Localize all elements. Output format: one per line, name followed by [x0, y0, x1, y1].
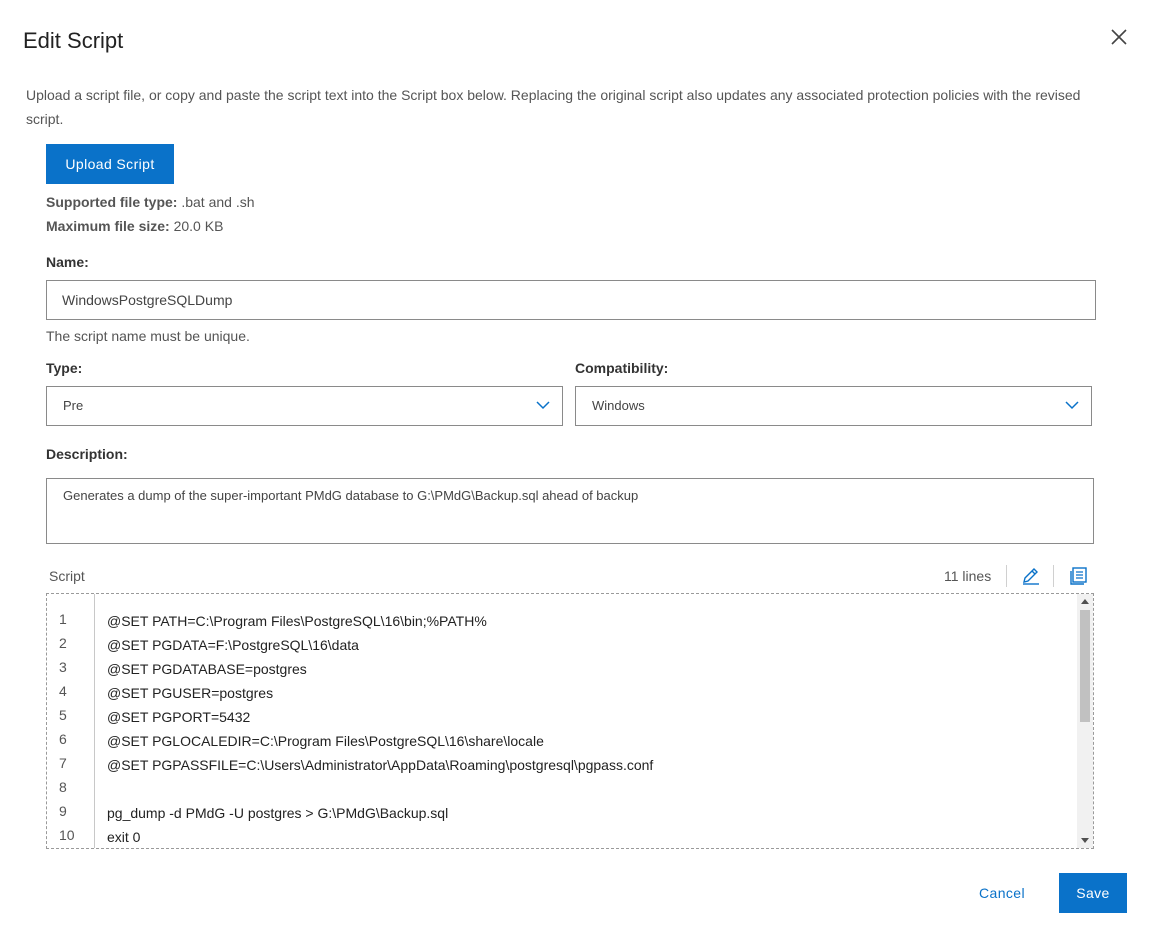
line-number: 3	[59, 659, 67, 675]
close-icon	[1111, 29, 1127, 45]
code-line: @SET PGLOCALEDIR=C:\Program Files\Postgr…	[107, 733, 544, 749]
line-number: 2	[59, 635, 67, 651]
line-number: 6	[59, 731, 67, 747]
compatibility-label: Compatibility:	[575, 360, 669, 376]
pencil-icon	[1023, 568, 1039, 585]
toolbar-divider	[1006, 565, 1007, 587]
script-lines-count: 11 lines	[944, 568, 992, 584]
intro-text: Upload a script file, or copy and paste …	[26, 87, 1081, 127]
scroll-up-arrow[interactable]	[1081, 599, 1089, 604]
copy-document-icon	[1070, 567, 1087, 585]
maximum-file-size: Maximum file size: 20.0 KB	[46, 218, 223, 234]
description-label: Description:	[46, 446, 128, 462]
line-number: 1	[59, 611, 67, 627]
supported-file-type: Supported file type: .bat and .sh	[46, 194, 255, 210]
code-line: @SET PGDATABASE=postgres	[107, 661, 307, 677]
supported-file-type-label: Supported file type:	[46, 194, 178, 210]
line-number-gutter: 1 2 3 4 5 6 7 8 9 10	[47, 594, 95, 848]
code-line: @SET PGPORT=5432	[107, 709, 251, 725]
line-number: 4	[59, 683, 67, 699]
cancel-button[interactable]: Cancel	[966, 873, 1038, 913]
copy-script-button[interactable]	[1069, 566, 1089, 586]
compatibility-select[interactable]: Windows	[575, 386, 1092, 426]
close-button[interactable]	[1108, 26, 1130, 48]
upload-script-button[interactable]: Upload Script	[46, 144, 174, 184]
line-number: 7	[59, 755, 67, 771]
edit-script-button[interactable]	[1021, 566, 1041, 586]
scrollbar-thumb[interactable]	[1080, 610, 1090, 722]
line-number: 5	[59, 707, 67, 723]
compatibility-select-value: Windows	[592, 398, 645, 413]
type-label: Type:	[46, 360, 83, 376]
type-select-value: Pre	[63, 398, 84, 413]
line-number: 10	[59, 827, 75, 843]
maximum-file-size-label: Maximum file size:	[46, 218, 170, 234]
script-label: Script	[49, 568, 85, 584]
name-input[interactable]: WindowsPostgreSQLDump	[46, 280, 1096, 320]
line-number: 9	[59, 803, 67, 819]
type-select[interactable]: Pre	[46, 386, 563, 426]
chevron-down-icon	[1065, 401, 1079, 410]
toolbar-divider	[1053, 565, 1054, 587]
scrollbar[interactable]	[1077, 594, 1093, 848]
code-line: @SET PATH=C:\Program Files\PostgreSQL\16…	[107, 613, 487, 629]
scroll-down-arrow[interactable]	[1081, 838, 1089, 843]
code-line: exit 0	[107, 829, 141, 845]
page-title: Edit Script	[23, 28, 124, 53]
code-line: @SET PGPASSFILE=C:\Users\Administrator\A…	[107, 757, 654, 773]
description-textarea[interactable]: Generates a dump of the super-important …	[46, 478, 1094, 544]
maximum-file-size-value: 20.0 KB	[173, 218, 224, 234]
line-number: 8	[59, 779, 67, 795]
name-label: Name:	[46, 254, 89, 270]
script-editor[interactable]: 1 2 3 4 5 6 7 8 9 10 @SET PATH=C:\Progra…	[46, 593, 1094, 849]
save-button[interactable]: Save	[1059, 873, 1127, 913]
code-line: @SET PGUSER=postgres	[107, 685, 274, 701]
code-line: @SET PGDATA=F:\PostgreSQL\16\data	[107, 637, 359, 653]
code-line: pg_dump -d PMdG -U postgres > G:\PMdG\Ba…	[107, 805, 449, 821]
supported-file-type-value: .bat and .sh	[181, 194, 255, 210]
name-hint: The script name must be unique.	[46, 328, 250, 344]
chevron-down-icon	[536, 401, 550, 410]
